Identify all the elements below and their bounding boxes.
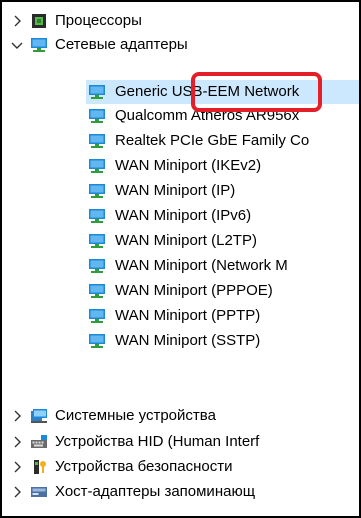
device-manager-tree: Процессоры Сетевые адаптеры Generic USB-… (0, 0, 361, 518)
chevron-right-icon[interactable] (10, 431, 24, 453)
chevron-right-icon[interactable] (10, 405, 24, 427)
tree-item-label: WAN Miniport (SSTP) (115, 332, 261, 349)
network-adapter-icon (88, 308, 106, 324)
security-key-icon (30, 459, 48, 475)
network-adapter-icon (88, 84, 106, 100)
tree-item-adapter[interactable]: WAN Miniport (PPTP) (2, 305, 359, 327)
chevron-right-icon[interactable] (10, 481, 24, 503)
tree-category-label: Устройства HID (Human Interf (55, 433, 260, 450)
chevron-right-icon[interactable] (10, 456, 24, 478)
tree-category-security-devices[interactable]: Устройства безопасности (2, 456, 359, 478)
tree-item-adapter[interactable]: WAN Miniport (Network M (2, 255, 359, 277)
tree-item-adapter[interactable]: WAN Miniport (SSTP) (2, 330, 359, 352)
tree-item-label: Realtek PCIe GbE Family Co (115, 132, 310, 149)
tree-item-adapter[interactable]: WAN Miniport (L2TP) (2, 230, 359, 252)
tree-category-processors[interactable]: Процессоры (2, 10, 359, 32)
hid-keyboard-icon (30, 434, 48, 450)
tree-item-label: WAN Miniport (IKEv2) (115, 157, 262, 174)
tree-item-adapter[interactable]: WAN Miniport (IP) (2, 180, 359, 202)
tree-item-label: WAN Miniport (L2TP) (115, 232, 257, 249)
storage-controller-icon (30, 484, 48, 500)
tree-item-label: WAN Miniport (IP) (115, 182, 236, 199)
network-adapter-icon (88, 133, 106, 149)
tree-item-adapter[interactable]: WAN Miniport (PPPOE) (2, 280, 359, 302)
tree-category-label: Системные устройства (55, 407, 216, 424)
network-adapter-icon (88, 108, 106, 124)
tree-item-adapter[interactable]: WAN Miniport (IKEv2) (2, 155, 359, 177)
network-adapter-icon (88, 208, 106, 224)
network-adapter-icon (88, 183, 106, 199)
network-adapter-icon (88, 333, 106, 349)
tree-item-label: WAN Miniport (PPTP) (115, 307, 261, 324)
network-adapter-icon (88, 258, 106, 274)
tree-category-storage-controllers[interactable]: Хост-адаптеры запоминающ (2, 481, 359, 503)
chevron-right-icon[interactable] (10, 10, 24, 32)
tree-item-adapter[interactable]: WAN Miniport (IPv6) (2, 205, 359, 227)
tree-category-label: Процессоры (55, 12, 142, 29)
network-adapter-icon (88, 283, 106, 299)
annotation-highlight-box (191, 72, 322, 112)
tree-item-label: WAN Miniport (PPPOE) (115, 282, 273, 299)
tree-item-adapter[interactable]: Realtek PCIe GbE Family Co (2, 130, 359, 152)
tree-category-network-adapters[interactable]: Сетевые адаптеры (2, 34, 359, 56)
tree-category-label: Сетевые адаптеры (55, 36, 188, 53)
tree-item-label: WAN Miniport (Network M (115, 257, 288, 274)
network-adapter-icon (88, 233, 106, 249)
system-devices-icon (30, 408, 48, 424)
chevron-down-icon[interactable] (10, 34, 24, 56)
tree-category-system-devices[interactable]: Системные устройства (2, 405, 359, 427)
tree-category-label: Хост-адаптеры запоминающ (55, 483, 256, 500)
tree-category-label: Устройства безопасности (55, 458, 233, 475)
network-adapter-icon (30, 37, 48, 53)
tree-item-label: WAN Miniport (IPv6) (115, 207, 252, 224)
tree-category-hid[interactable]: Устройства HID (Human Interf (2, 431, 359, 453)
network-adapter-icon (88, 158, 106, 174)
processor-icon (30, 13, 48, 29)
